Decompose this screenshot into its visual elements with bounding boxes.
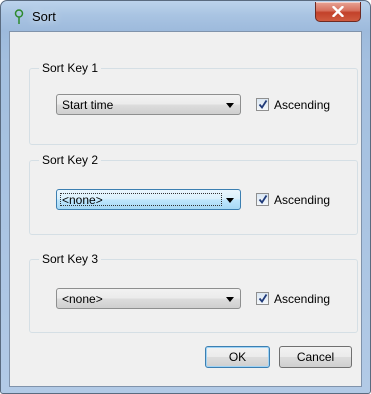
sort-key-2-value: <none> <box>62 193 103 207</box>
sort-key-1-ascending-label: Ascending <box>274 98 331 112</box>
chevron-down-icon <box>226 198 234 203</box>
sort-key-3-value: <none> <box>62 292 103 306</box>
sort-key-1-select[interactable]: Start time <box>56 94 241 115</box>
sort-key-1-label: Sort Key 1 <box>39 61 102 75</box>
sort-key-2-ascending-checkbox[interactable] <box>256 193 269 206</box>
ok-button[interactable]: OK <box>205 346 270 368</box>
sort-key-2-group: Sort Key 2 <none> Ascending <box>29 153 358 235</box>
sort-key-1-group: Sort Key 1 Start time Ascending <box>29 61 358 145</box>
close-button[interactable] <box>315 2 361 22</box>
sort-key-3-ascending-checkbox[interactable] <box>256 292 269 305</box>
chevron-down-icon <box>226 103 234 108</box>
title-bar[interactable]: Sort <box>1 1 370 31</box>
sort-key-1-value: Start time <box>62 98 114 112</box>
sort-dialog-window: Sort Sort Key 1 Start time Ascending Sor… <box>0 0 371 394</box>
check-icon <box>258 195 268 205</box>
pin-icon <box>14 9 24 24</box>
sort-key-3-label: Sort Key 3 <box>39 252 102 266</box>
sort-key-2-select[interactable]: <none> <box>56 189 241 210</box>
close-icon <box>332 6 344 17</box>
sort-key-2-label: Sort Key 2 <box>39 153 102 167</box>
chevron-down-icon <box>226 297 234 302</box>
sort-key-1-ascending-checkbox[interactable] <box>256 98 269 111</box>
check-icon <box>258 100 268 110</box>
sort-key-3-group: Sort Key 3 <none> Ascending <box>29 252 358 333</box>
check-icon <box>258 294 268 304</box>
sort-key-3-ascending-label: Ascending <box>274 292 331 306</box>
cancel-button[interactable]: Cancel <box>279 346 352 368</box>
dialog-body: Sort Key 1 Start time Ascending Sort Key… <box>9 31 362 387</box>
sort-key-2-ascending-label: Ascending <box>274 193 331 207</box>
window-title: Sort <box>32 9 56 24</box>
sort-key-3-select[interactable]: <none> <box>56 288 241 309</box>
